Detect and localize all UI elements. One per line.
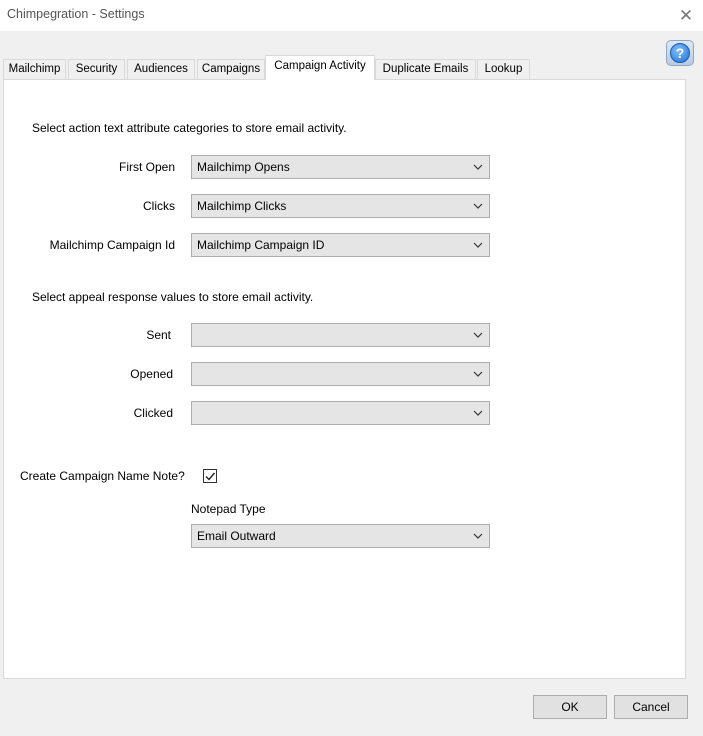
tab-security[interactable]: Security xyxy=(68,59,125,79)
tab-campaign-activity[interactable]: Campaign Activity xyxy=(265,55,375,80)
clicks-value: Mailchimp Clicks xyxy=(197,199,287,213)
notepad-type-label: Notepad Type xyxy=(191,502,266,516)
clicks-label: Clicks xyxy=(143,199,175,213)
campaign-id-label: Mailchimp Campaign Id xyxy=(49,238,175,252)
clicked-label: Clicked xyxy=(133,406,173,420)
notepad-type-select[interactable]: Email Outward xyxy=(191,524,490,548)
appeal-section-heading: Select appeal response values to store e… xyxy=(32,290,314,304)
tab-duplicate-emails[interactable]: Duplicate Emails xyxy=(375,59,476,79)
campaign-name-note-label: Create Campaign Name Note? xyxy=(20,469,185,483)
window-title: Chimpegration - Settings xyxy=(7,7,145,21)
opened-label: Opened xyxy=(130,367,173,381)
first-open-value: Mailchimp Opens xyxy=(197,160,290,174)
opened-select[interactable] xyxy=(191,362,490,386)
chevron-down-icon xyxy=(472,156,484,178)
close-button[interactable]: ✕ xyxy=(669,0,703,31)
checkmark-icon xyxy=(205,472,216,481)
cancel-button[interactable]: Cancel xyxy=(614,695,688,719)
chevron-down-icon xyxy=(472,195,484,217)
campaign-id-select[interactable]: Mailchimp Campaign ID xyxy=(191,233,490,257)
chevron-down-icon xyxy=(472,234,484,256)
chevron-down-icon xyxy=(472,363,484,385)
tab-mailchimp[interactable]: Mailchimp xyxy=(3,59,66,79)
campaign-id-value: Mailchimp Campaign ID xyxy=(197,238,325,252)
ok-button[interactable]: OK xyxy=(533,695,607,719)
help-icon: ? xyxy=(670,43,690,63)
sent-label: Sent xyxy=(146,328,171,342)
notepad-type-value: Email Outward xyxy=(197,529,276,543)
close-icon: ✕ xyxy=(678,5,694,25)
tab-lookup[interactable]: Lookup xyxy=(477,59,530,79)
first-open-select[interactable]: Mailchimp Opens xyxy=(191,155,490,179)
first-open-label: First Open xyxy=(118,160,175,174)
title-bar: Chimpegration - Settings ✕ xyxy=(0,0,703,31)
clicks-select[interactable]: Mailchimp Clicks xyxy=(191,194,490,218)
help-button[interactable]: ? xyxy=(666,40,694,66)
clicked-select[interactable] xyxy=(191,401,490,425)
help-icon-glyph: ? xyxy=(675,45,685,61)
action-section-heading: Select action text attribute categories … xyxy=(32,121,347,135)
chevron-down-icon xyxy=(472,402,484,424)
chevron-down-icon xyxy=(472,324,484,346)
sent-select[interactable] xyxy=(191,323,490,347)
campaign-name-note-checkbox[interactable] xyxy=(203,469,217,483)
tab-campaigns[interactable]: Campaigns xyxy=(197,59,265,79)
tab-audiences[interactable]: Audiences xyxy=(127,59,195,79)
chevron-down-icon xyxy=(472,525,484,547)
